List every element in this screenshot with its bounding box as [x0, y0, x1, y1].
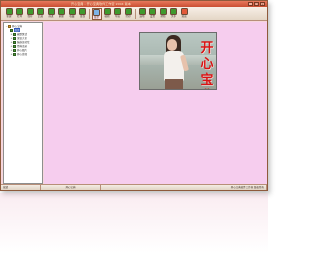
book-icon — [8, 24, 11, 28]
toolbar-button-export[interactable]: 导出 — [113, 8, 123, 20]
toolbar-button-exit[interactable]: 退出 — [179, 8, 189, 20]
window-reflection — [0, 193, 268, 253]
toolbar-button-label: 编辑 — [104, 15, 110, 18]
toolbar-button-label: 刷新 — [58, 15, 64, 18]
toolbar-separator — [89, 9, 90, 19]
toolbar-button-label: 帮助 — [160, 15, 166, 18]
folder-icon — [13, 44, 16, 48]
toolbar-button-label: 前进 — [48, 15, 54, 18]
toolbar-button-print[interactable]: 打印 — [123, 8, 133, 20]
toolbar-button-options[interactable]: 选项 — [137, 8, 147, 20]
toolbar-button-view[interactable]: 显示 — [91, 8, 102, 20]
toolbar-button-label: 导出 — [114, 15, 120, 18]
tree-item-label: 开心游戏 — [17, 53, 28, 56]
banner-caption: 开心宝典 — [200, 41, 214, 88]
maximize-button[interactable]: □ — [254, 2, 259, 6]
status-middle: 开心宝典 — [41, 185, 101, 190]
tree-item[interactable]: + 开心游戏 — [5, 52, 42, 56]
toolbar-button-new[interactable]: 新建 — [4, 8, 14, 20]
edit-icon — [103, 8, 111, 15]
toolbar-button-about[interactable]: 关于 — [169, 8, 179, 20]
settings-icon — [149, 8, 156, 15]
minimize-button[interactable]: _ — [248, 2, 253, 6]
toolbar-button-label: 退出 — [181, 15, 187, 18]
toolbar-button-refresh[interactable]: 刷新 — [57, 8, 67, 20]
toolbar-button-help[interactable]: 帮助 — [158, 8, 168, 20]
toolbar: 新建 打开 保存 后退 前进 刷新 收藏 查找 显示 编辑 导出 打印 选项 设置 帮助 关于 退出 — [1, 7, 267, 21]
toolbar-button-back[interactable]: 后退 — [36, 8, 46, 20]
new-icon — [5, 8, 13, 15]
exit-icon — [180, 8, 188, 15]
toolbar-button-label: 打开 — [16, 15, 22, 18]
back-icon — [37, 8, 44, 15]
toolbar-button-label: 收藏 — [69, 15, 75, 18]
folder-icon — [13, 40, 16, 44]
category-tree[interactable]: − 开心宝典 首页 + 幽默笑话 + 谜语大全 + 脑筋急转弯 + 经典语录 + 开心图片 + 开心游戏 — [3, 22, 43, 184]
find-icon — [79, 8, 86, 15]
toolbar-button-find[interactable]: 查找 — [78, 8, 88, 20]
status-right: 开心宝典软件工作室 版权所有 — [101, 185, 267, 190]
folder-icon — [13, 32, 16, 36]
toolbar-button-label: 保存 — [27, 15, 33, 18]
toolbar-button-save[interactable]: 保存 — [25, 8, 35, 20]
close-button[interactable]: × — [260, 2, 265, 6]
toolbar-button-label: 显示 — [93, 15, 99, 19]
toolbar-button-label: 查找 — [79, 15, 85, 18]
toolbar-button-label: 打印 — [125, 15, 131, 18]
content-area: 开心宝典 — [44, 22, 267, 184]
toolbar-button-label: 设置 — [149, 15, 155, 18]
toolbar-button-edit[interactable]: 编辑 — [102, 8, 112, 20]
folder-icon — [10, 28, 13, 32]
toolbar-button-label: 选项 — [139, 15, 145, 18]
status-bar: 就绪 开心宝典 开心宝典软件工作室 版权所有 — [1, 184, 267, 190]
figure-pants — [165, 79, 183, 89]
refresh-icon — [58, 8, 65, 15]
export-icon — [114, 8, 121, 15]
toolbar-button-label: 关于 — [170, 15, 176, 18]
print-icon — [124, 8, 132, 15]
folder-icon — [13, 36, 16, 40]
figure-face — [167, 39, 177, 51]
toolbar-button-settings[interactable]: 设置 — [148, 8, 158, 20]
options-icon — [138, 8, 146, 15]
status-left: 就绪 — [1, 185, 41, 190]
save-icon — [26, 8, 34, 15]
forward-icon — [47, 8, 55, 15]
banner-image: 开心宝典 — [139, 32, 217, 90]
toolbar-button-favorite[interactable]: 收藏 — [67, 8, 77, 20]
toolbar-button-open[interactable]: 打开 — [15, 8, 25, 20]
help-icon — [159, 8, 167, 15]
toolbar-button-forward[interactable]: 前进 — [46, 8, 56, 20]
folder-icon — [13, 48, 16, 52]
about-icon — [170, 8, 177, 15]
folder-icon — [13, 52, 16, 56]
app-window: 开心宝典 - 开心宝典软件工作室 2004 版本 _ □ × 新建 打开 保存 后退前… — [0, 0, 268, 191]
open-icon — [16, 8, 23, 15]
window-controls: _ □ × — [248, 2, 267, 6]
toolbar-separator — [134, 9, 136, 19]
toolbar-button-label: 后退 — [37, 15, 43, 18]
favorite-icon — [68, 8, 76, 15]
toolbar-button-label: 新建 — [6, 15, 12, 18]
